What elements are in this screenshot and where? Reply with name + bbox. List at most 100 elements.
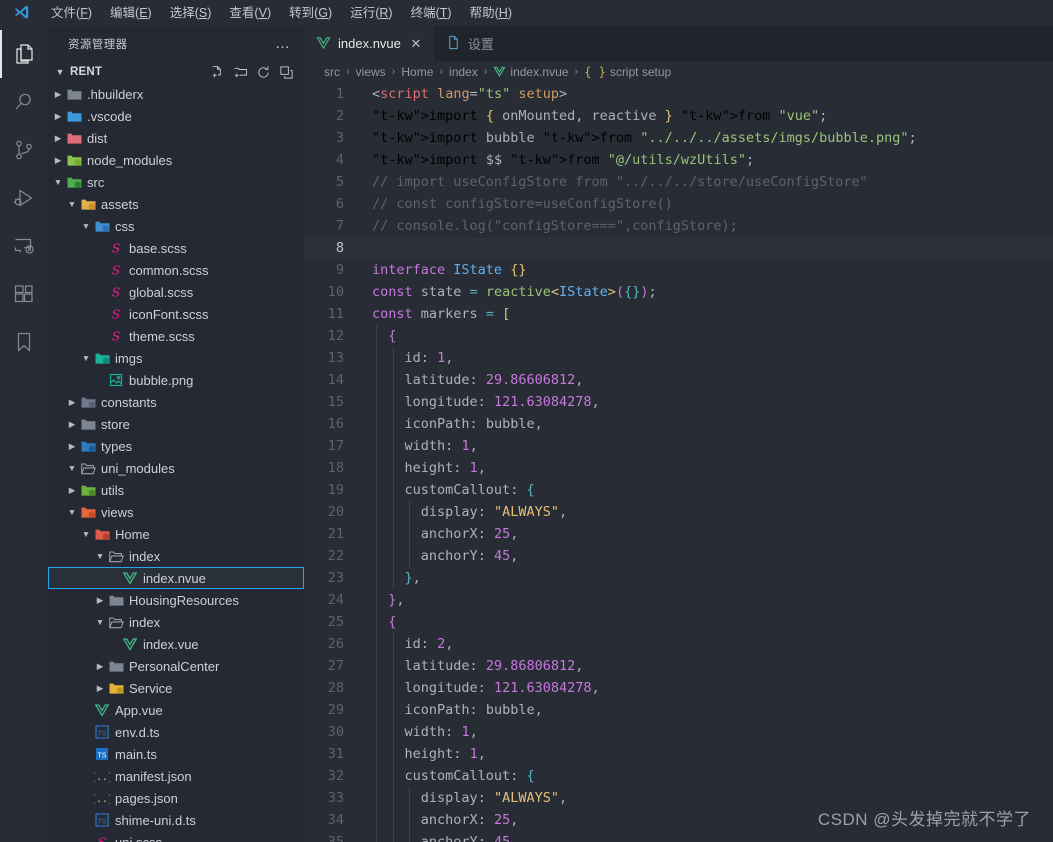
file-tree-item[interactable]: ▼ src — [48, 171, 304, 193]
file-tree-item[interactable]: index.vue — [48, 633, 304, 655]
remote-explorer-icon[interactable] — [0, 222, 48, 270]
chevron-right-icon[interactable]: ▶ — [94, 661, 106, 672]
breadcrumb-item[interactable]: index.nvue — [493, 65, 568, 79]
file-tree-item[interactable]: ▼ imgs — [48, 347, 304, 369]
file-tree[interactable]: ▶ .hbuilderx ▶ .vscode ▶ dist ▶ node_module… — [48, 83, 304, 842]
chevron-right-icon[interactable]: ▶ — [52, 111, 64, 122]
menu-help[interactable]: 帮助(H) — [461, 3, 521, 24]
chevron-down-icon[interactable]: ▼ — [52, 177, 64, 187]
file-tree-item[interactable]: ▶ dist — [48, 127, 304, 149]
file-tree-item[interactable]: Suni.scss — [48, 831, 304, 842]
chevron-down-icon[interactable]: ▼ — [80, 529, 92, 539]
file-tree-item[interactable]: ▼ css — [48, 215, 304, 237]
file-tree-item[interactable]: ▼ views — [48, 501, 304, 523]
file-tree-item[interactable]: SiconFont.scss — [48, 303, 304, 325]
chevron-down-icon[interactable]: ▼ — [66, 463, 78, 473]
file-tree-item[interactable]: ▶ HousingResources — [48, 589, 304, 611]
run-and-debug-icon[interactable] — [0, 174, 48, 222]
chevron-right-icon[interactable]: ▶ — [94, 683, 106, 694]
menu-edit[interactable]: 编辑(E) — [101, 3, 161, 24]
chevron-down-icon[interactable]: ▼ — [66, 507, 78, 517]
search-icon[interactable] — [0, 78, 48, 126]
close-icon[interactable]: ✕ — [408, 36, 424, 52]
file-tree-item[interactable]: ▼ assets — [48, 193, 304, 215]
menu-go[interactable]: 转到(G) — [280, 3, 341, 24]
file-tree-item[interactable]: ▶ Service — [48, 677, 304, 699]
breadcrumb-item[interactable]: views — [356, 65, 386, 79]
code-line-text: const markers = [ — [372, 306, 511, 322]
file-tree-item[interactable]: ▶ constants — [48, 391, 304, 413]
code-line-text: "t-kw">import $$ "t-kw">from "@/utils/wz… — [372, 152, 755, 168]
breadcrumb-item[interactable]: { } script setup — [584, 65, 671, 79]
chevron-down-icon[interactable]: ▼ — [80, 221, 92, 231]
menu-terminal[interactable]: 终端(T) — [402, 3, 461, 24]
new-folder-icon[interactable] — [230, 62, 250, 82]
refresh-icon[interactable] — [253, 62, 273, 82]
file-tree-item[interactable]: ▼ Home — [48, 523, 304, 545]
indent-guide — [376, 325, 378, 347]
menu-view[interactable]: 查看(V) — [220, 3, 280, 24]
menu-selection[interactable]: 选择(S) — [161, 3, 221, 24]
file-tree-item[interactable]: App.vue — [48, 699, 304, 721]
chevron-right-icon[interactable]: ▶ — [66, 397, 78, 408]
file-tree-item[interactable]: ▶ .vscode — [48, 105, 304, 127]
breadcrumb-item[interactable]: index — [449, 65, 478, 79]
menu-file[interactable]: 文件(F) — [42, 3, 101, 24]
file-tree-item[interactable]: bubble.png — [48, 369, 304, 391]
file-tree-item[interactable]: Scommon.scss — [48, 259, 304, 281]
line-number: 26 — [327, 636, 344, 652]
file-tree-item[interactable]: TS env.d.ts — [48, 721, 304, 743]
breadcrumb-item[interactable]: src — [324, 65, 340, 79]
file-tree-item[interactable]: {..} pages.json — [48, 787, 304, 809]
file-tree-item[interactable]: Stheme.scss — [48, 325, 304, 347]
chevron-right-icon[interactable]: ▶ — [66, 419, 78, 430]
code-line: 15 longitude: 121.63084278, — [304, 391, 1053, 413]
chevron-right-icon[interactable]: ▶ — [52, 155, 64, 166]
extensions-icon[interactable] — [0, 270, 48, 318]
code-viewport[interactable]: 1 <script lang="ts" setup> 2 "t-kw">import … — [304, 83, 1053, 842]
file-tree-item[interactable]: ▶ .hbuilderx — [48, 83, 304, 105]
file-tree-item[interactable]: ▶ utils — [48, 479, 304, 501]
folder-grey-icon — [78, 416, 98, 433]
source-control-icon[interactable] — [0, 126, 48, 174]
file-tree-item[interactable]: ▼ index — [48, 545, 304, 567]
chevron-right-icon[interactable]: ▶ — [94, 595, 106, 606]
file-tree-item-selected[interactable]: index.nvue — [48, 567, 304, 589]
file-tree-item[interactable]: ▶ node_modules — [48, 149, 304, 171]
code-line: 8 — [304, 237, 1053, 259]
sidebar-more-actions-icon[interactable]: … — [275, 35, 296, 52]
file-tree-item[interactable]: {..} manifest.json — [48, 765, 304, 787]
file-tree-item[interactable]: TS main.ts — [48, 743, 304, 765]
file-tree-item[interactable]: ▶ store — [48, 413, 304, 435]
file-tree-item[interactable]: ▶ types — [48, 435, 304, 457]
svg-text:S: S — [112, 329, 121, 344]
chevron-right-icon[interactable]: ▶ — [66, 441, 78, 452]
svg-text:S: S — [112, 285, 121, 300]
chevron-down-icon[interactable]: ▼ — [94, 551, 106, 561]
file-tree-item[interactable]: Sglobal.scss — [48, 281, 304, 303]
chevron-down-icon[interactable]: ▼ — [94, 617, 106, 627]
file-tree-item-label: store — [101, 416, 130, 432]
file-tree-item[interactable]: TS shime-uni.d.ts — [48, 809, 304, 831]
files-explorer-icon[interactable] — [0, 30, 48, 78]
chevron-down-icon[interactable]: ▼ — [66, 199, 78, 209]
chevron-down-icon[interactable]: ▼ — [52, 67, 68, 77]
file-tree-item[interactable]: ▼ index — [48, 611, 304, 633]
chevron-right-icon[interactable]: ▶ — [66, 485, 78, 496]
menu-run[interactable]: 运行(R) — [341, 3, 401, 24]
new-file-icon[interactable] — [207, 62, 227, 82]
tab-index-nvue[interactable]: index.nvue ✕ — [304, 26, 434, 61]
tab-settings[interactable]: 设置 — [433, 26, 504, 61]
indent-guide — [376, 545, 378, 567]
collapse-all-icon[interactable] — [276, 62, 296, 82]
chevron-down-icon[interactable]: ▼ — [80, 353, 92, 363]
file-tree-item[interactable]: ▶ PersonalCenter — [48, 655, 304, 677]
explorer-section-header[interactable]: ▼ RENT — [48, 61, 304, 83]
code-line: 24 }, — [304, 589, 1053, 611]
breadcrumb-item[interactable]: Home — [401, 65, 433, 79]
file-tree-item[interactable]: ▼ uni_modules — [48, 457, 304, 479]
file-tree-item[interactable]: Sbase.scss — [48, 237, 304, 259]
chevron-right-icon[interactable]: ▶ — [52, 133, 64, 144]
chevron-right-icon[interactable]: ▶ — [52, 89, 64, 100]
bookmark-icon[interactable] — [0, 318, 48, 366]
